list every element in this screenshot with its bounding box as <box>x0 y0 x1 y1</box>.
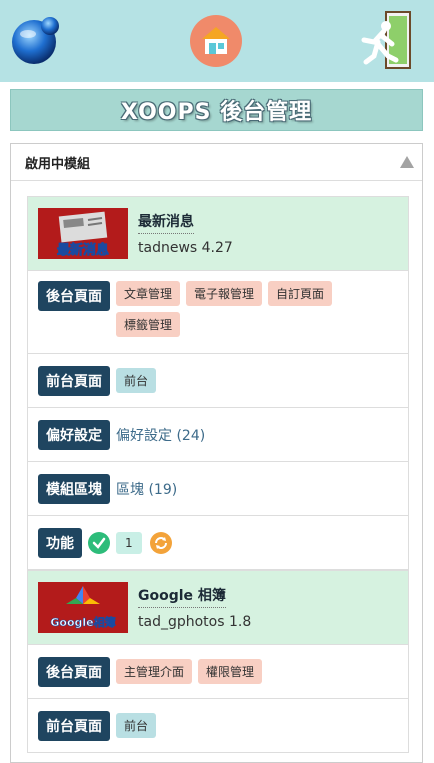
admin-link-custom-page[interactable]: 自訂頁面 <box>268 281 333 306</box>
module-row: 最新消息 最新消息 tadnews 4.27 <box>27 196 409 271</box>
front-link[interactable]: 前台 <box>116 713 157 738</box>
preferences-row: 偏好設定 偏好設定 (24) <box>27 408 409 462</box>
admin-link-main[interactable]: 主管理介面 <box>116 659 193 684</box>
collapse-triangle-icon[interactable] <box>400 156 414 168</box>
admin-link-articles[interactable]: 文章管理 <box>116 281 181 306</box>
panel-title: 啟用中模組 <box>25 156 91 172</box>
preferences-label: 偏好設定 <box>38 419 110 450</box>
newspaper-icon: 最新消息 <box>38 208 128 259</box>
front-pages-label: 前台頁面 <box>38 710 110 741</box>
functions-row: 功能 1 <box>27 516 409 570</box>
admin-link-tags[interactable]: 標籤管理 <box>116 312 181 337</box>
thumb-text: Google相簿 <box>50 615 115 629</box>
admin-pages-label: 後台頁面 <box>38 656 110 687</box>
functions-label: 功能 <box>38 527 82 558</box>
logout-icon[interactable] <box>360 8 414 72</box>
admin-link-newsletter[interactable]: 電子報管理 <box>186 281 263 306</box>
admin-pages-label: 後台頁面 <box>38 281 110 311</box>
google-photos-icon: Google相簿 <box>38 582 128 633</box>
xoops-logo-icon[interactable] <box>10 14 62 66</box>
blocks-link[interactable]: 區塊 (19) <box>116 479 177 499</box>
home-button[interactable] <box>190 15 242 67</box>
module-row: Google相簿 Google 相簿 tad_gphotos 1.8 <box>27 570 409 645</box>
check-icon[interactable] <box>88 531 110 554</box>
module-thumbnail[interactable]: Google相簿 <box>38 582 128 633</box>
preferences-link[interactable]: 偏好設定 (24) <box>116 425 205 445</box>
panel-header[interactable]: 啟用中模組 <box>11 144 422 181</box>
thumb-text: 最新消息 <box>57 242 109 258</box>
admin-pages-row: 後台頁面 主管理介面 權限管理 <box>27 645 409 699</box>
admin-link-permissions[interactable]: 權限管理 <box>198 659 263 684</box>
blocks-row: 模組區塊 區塊 (19) <box>27 462 409 516</box>
module-name[interactable]: 最新消息 <box>138 211 194 234</box>
top-bar <box>0 0 434 82</box>
front-pages-row: 前台頁面 前台 <box>27 699 409 753</box>
module-version: tadnews 4.27 <box>138 240 233 256</box>
module-thumbnail[interactable]: 最新消息 <box>38 208 128 259</box>
page-title: XOOPS 後台管理 <box>120 100 313 125</box>
admin-pages-row: 後台頁面 文章管理 電子報管理 自訂頁面 標籤管理 <box>27 271 409 354</box>
function-count: 1 <box>116 531 142 554</box>
front-pages-label: 前台頁面 <box>38 365 110 396</box>
blocks-label: 模組區塊 <box>38 473 110 504</box>
front-link[interactable]: 前台 <box>116 368 157 393</box>
module-list: 最新消息 最新消息 tadnews 4.27 後台頁面 文章管理 電子報管理 自… <box>27 196 409 753</box>
sync-icon[interactable] <box>149 531 172 554</box>
home-icon <box>202 27 230 54</box>
module-version: tad_gphotos 1.8 <box>138 614 252 630</box>
front-pages-row: 前台頁面 前台 <box>27 354 409 408</box>
page-title-bar: XOOPS 後台管理 <box>10 89 423 131</box>
module-name[interactable]: Google 相簿 <box>138 585 226 608</box>
